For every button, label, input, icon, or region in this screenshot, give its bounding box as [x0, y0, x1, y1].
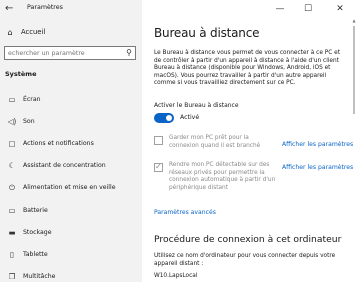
sidebar-item-label: Son	[23, 117, 35, 125]
battery-icon: ▭	[8, 205, 16, 215]
window-title: Paramètres	[27, 4, 63, 11]
sidebar-item-stockage[interactable]: ▬ Stockage	[0, 221, 142, 243]
remote-desktop-toggle[interactable]	[154, 113, 174, 123]
home-label: Accueil	[21, 28, 46, 36]
tablet-icon: ▯	[9, 249, 15, 259]
home-icon: ⌂	[7, 27, 13, 37]
sidebar-item-label: Multitâche	[23, 273, 56, 281]
pc-name: W10.LapsLocal	[154, 273, 198, 279]
section-title: Procédure de connexion à cet ordinateur	[154, 234, 342, 245]
keep-awake-label: Garder mon PC prêt pour la connexion qua…	[169, 135, 261, 149]
sidebar-item-label: Tablette	[23, 250, 48, 258]
scroll-up-icon[interactable]: ▲	[351, 18, 357, 24]
sidebar: ⌂ Accueil ⚲ Système ▭ Écran ◁) Son ▢ Act…	[0, 0, 142, 282]
home-link[interactable]: ⌂ Accueil	[5, 26, 135, 38]
sidebar-item-multitache[interactable]: ❐ Multitâche	[0, 266, 142, 282]
sidebar-item-notifications[interactable]: ▢ Actions et notifications	[0, 132, 142, 154]
option2-settings-link[interactable]: Afficher les paramètres	[282, 164, 353, 171]
storage-icon: ▬	[8, 227, 16, 237]
search-box[interactable]: ⚲	[4, 46, 136, 60]
sidebar-item-label: Écran	[23, 95, 41, 103]
sidebar-nav: ▭ Écran ◁) Son ▢ Actions et notification…	[0, 88, 142, 282]
speaker-icon: ◁)	[7, 116, 17, 126]
keep-awake-checkbox[interactable]	[154, 136, 163, 145]
search-input[interactable]	[8, 47, 120, 59]
notification-icon: ▢	[8, 138, 16, 148]
search-icon[interactable]: ⚲	[126, 48, 132, 57]
sidebar-item-label: Actions et notifications	[23, 139, 94, 147]
sidebar-item-alimentation[interactable]: ⏻ Alimentation et mise en veille	[0, 177, 142, 199]
toggle-knob	[166, 115, 172, 121]
multitask-icon: ❐	[8, 272, 16, 282]
sidebar-item-label: Stockage	[23, 228, 52, 236]
sidebar-item-ecran[interactable]: ▭ Écran	[0, 88, 142, 110]
sidebar-item-concentration[interactable]: ☾ Assistant de concentration	[0, 155, 142, 177]
sidebar-item-label: Alimentation et mise en veille	[23, 184, 116, 192]
sidebar-item-batterie[interactable]: ▭ Batterie	[0, 199, 142, 221]
sidebar-item-tablette[interactable]: ▯ Tablette	[0, 243, 142, 265]
option1-settings-link[interactable]: Afficher les paramètres	[282, 141, 353, 148]
back-arrow-icon[interactable]: ←	[5, 3, 13, 14]
discoverable-label: Rendre mon PC détectable sur des réseaux…	[169, 162, 276, 192]
scrollbar-thumb[interactable]	[353, 26, 355, 114]
scrollbar[interactable]: ▲	[351, 18, 357, 282]
discoverable-checkbox[interactable]	[154, 162, 163, 172]
settings-window: ⌂ Accueil ⚲ Système ▭ Écran ◁) Son ▢ Act…	[0, 0, 357, 282]
display-icon: ▭	[8, 94, 16, 104]
enable-label: Activer le Bureau à distance	[154, 102, 239, 109]
power-icon: ⏻	[9, 182, 15, 192]
toggle-state-label: Activé	[180, 114, 200, 121]
page-title: Bureau à distance	[154, 26, 260, 40]
page-description: Le Bureau à distance vous permet de vous…	[154, 50, 340, 87]
sidebar-item-label: Assistant de concentration	[23, 162, 106, 170]
sidebar-item-son[interactable]: ◁) Son	[0, 110, 142, 132]
main-content: Bureau à distance Le Bureau à distance v…	[142, 0, 357, 282]
section-label: Système	[5, 70, 37, 78]
sidebar-item-label: Batterie	[23, 206, 48, 214]
moon-icon: ☾	[8, 161, 16, 171]
advanced-settings-link[interactable]: Paramètres avancés	[154, 209, 216, 216]
section-description: Utilisez ce nom d'ordinateur pour vous c…	[154, 253, 336, 267]
